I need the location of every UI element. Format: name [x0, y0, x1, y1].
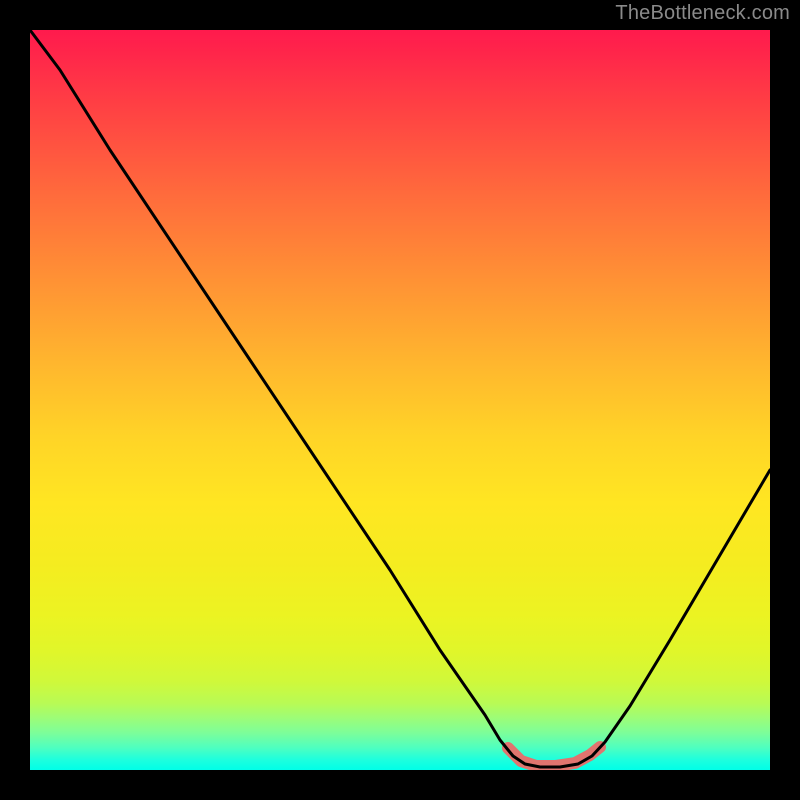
- watermark-text: TheBottleneck.com: [615, 2, 790, 25]
- curve-layer: [30, 30, 770, 770]
- plot-area: [30, 30, 770, 770]
- bottleneck-curve-path: [30, 30, 770, 767]
- chart-frame: TheBottleneck.com: [0, 0, 800, 800]
